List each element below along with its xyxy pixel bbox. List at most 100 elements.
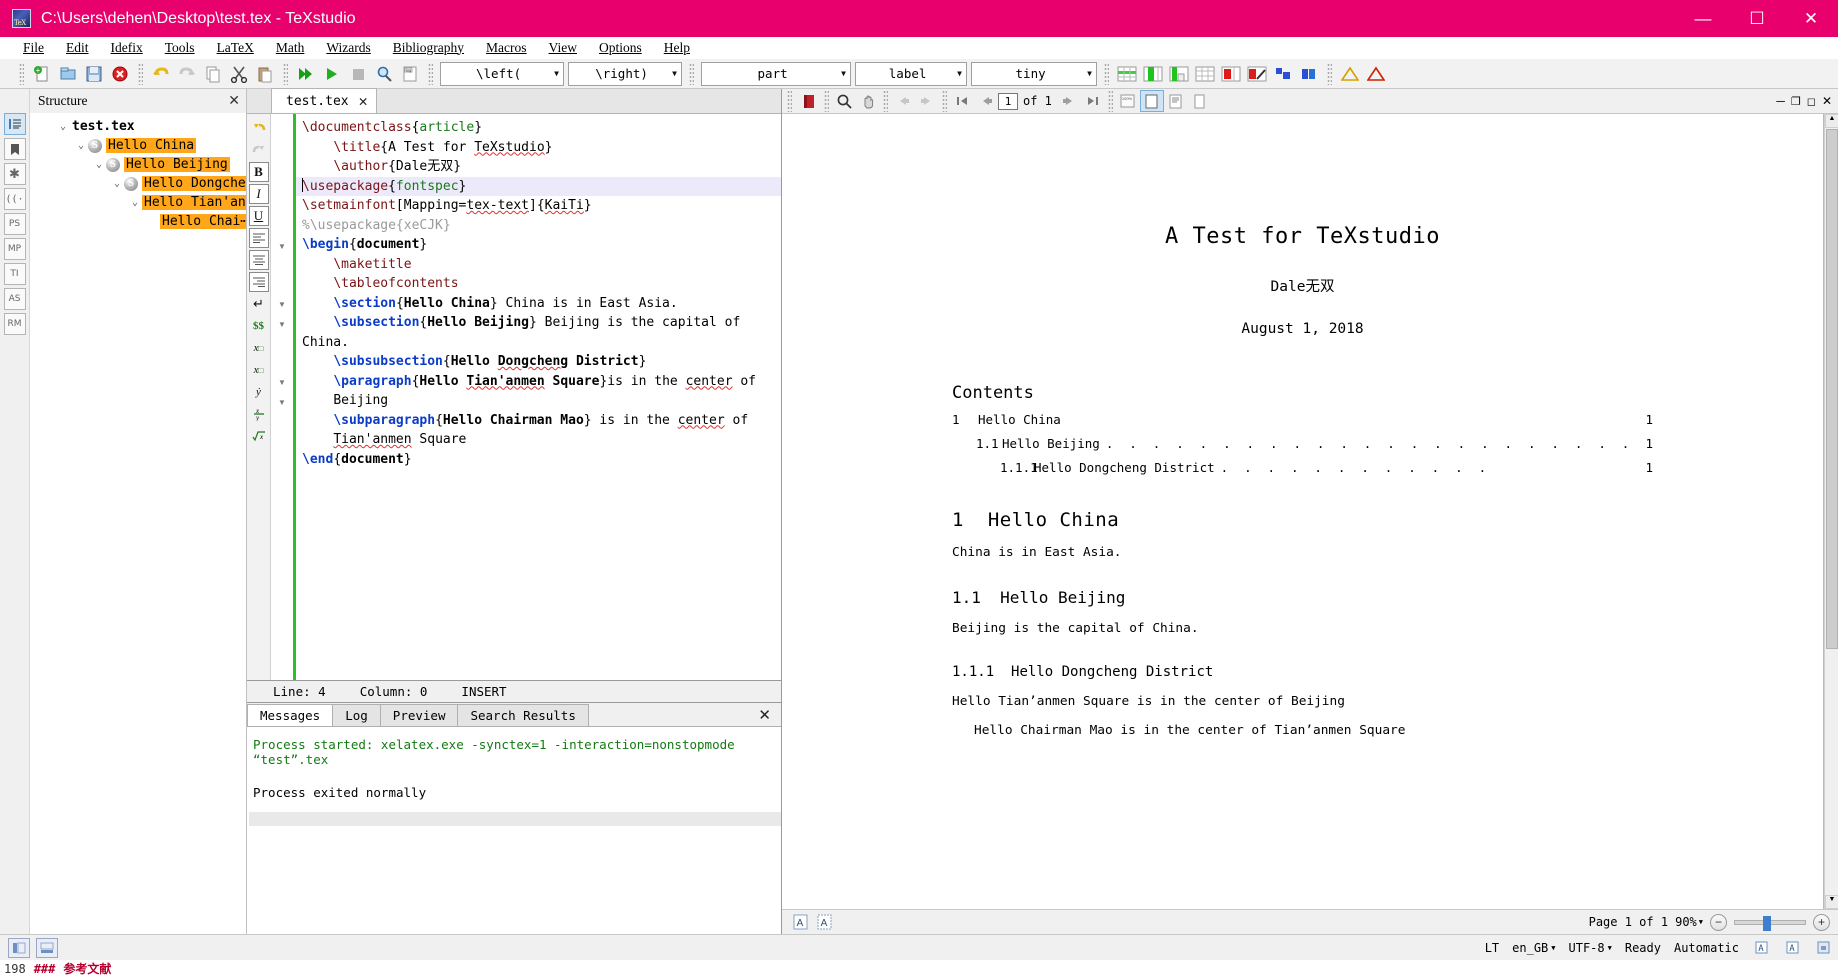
- menu-macros[interactable]: Macros: [475, 38, 538, 58]
- code-line[interactable]: \usepackage{fontspec}: [296, 176, 781, 196]
- next-page-icon[interactable]: [1057, 90, 1081, 112]
- pdf-scrollbar[interactable]: ▲ ▼: [1824, 114, 1838, 909]
- table-insert-column-icon[interactable]: [1140, 61, 1166, 86]
- chevron-down-icon[interactable]: ⌄: [110, 178, 124, 189]
- table-add-column-icon[interactable]: [1166, 61, 1192, 86]
- syntaxcheck-icon[interactable]: A: [1783, 939, 1801, 957]
- tree-item-hello-tiananmen[interactable]: ⌄ Hello Tian'an⋯: [30, 193, 246, 212]
- tab-preview[interactable]: Preview: [379, 704, 459, 726]
- superscript-button[interactable]: x □: [249, 360, 269, 380]
- menu-latex[interactable]: LaTeX: [206, 38, 265, 58]
- tree-item-hello-chairman[interactable]: Hello Chai⋯: [30, 212, 246, 231]
- select-tool-icon[interactable]: A: [812, 911, 836, 933]
- chevron-down-icon[interactable]: ⌄: [74, 140, 88, 151]
- chevron-down-icon[interactable]: ⌄: [92, 159, 106, 170]
- fit-text-width-icon[interactable]: [1164, 90, 1188, 112]
- fold-arrow-icon[interactable]: ▼: [278, 398, 286, 407]
- zoom-slider[interactable]: [1734, 915, 1806, 931]
- chevron-down-icon[interactable]: ⌄: [56, 121, 70, 132]
- warning-icon[interactable]: [1337, 61, 1363, 86]
- code-line[interactable]: \subparagraph{Hello Chairman Mao} is in …: [296, 411, 781, 431]
- table-edit-icon[interactable]: [1244, 61, 1270, 86]
- cut-icon[interactable]: [226, 61, 252, 86]
- menu-file[interactable]: File: [12, 38, 55, 58]
- tab-messages[interactable]: Messages: [247, 704, 334, 726]
- tree-item-hello-dongcheng[interactable]: ⌄ S Hello Dongche⋯: [30, 174, 246, 193]
- code-line[interactable]: \documentclass{article}: [296, 118, 781, 138]
- menu-bibliography[interactable]: Bibliography: [382, 38, 475, 58]
- last-page-icon[interactable]: [1081, 90, 1105, 112]
- session-icon[interactable]: [1814, 939, 1832, 957]
- pdf-toolbar-grip-5[interactable]: [1107, 90, 1113, 112]
- pdf-toolbar-grip[interactable]: [787, 90, 792, 112]
- code-line[interactable]: \author{Dale无双}: [296, 157, 781, 177]
- pdf-toolbar-grip-3[interactable]: [883, 90, 888, 112]
- previous-page-icon[interactable]: [974, 90, 998, 112]
- undo-small-icon[interactable]: [249, 118, 269, 138]
- align-left-button[interactable]: [248, 228, 269, 248]
- save-icon[interactable]: [81, 61, 107, 86]
- first-page-icon[interactable]: [950, 90, 974, 112]
- sectioning-dropdown[interactable]: part ▼: [701, 61, 851, 86]
- forward-icon[interactable]: [915, 90, 939, 112]
- code-line[interactable]: \end{document}: [296, 450, 781, 470]
- close-pdf-icon[interactable]: ✕: [1822, 94, 1832, 108]
- redo-icon[interactable]: [174, 61, 200, 86]
- code-editor[interactable]: \documentclass{article} \title{A Test fo…: [296, 114, 781, 680]
- menu-edit[interactable]: Edit: [55, 38, 100, 58]
- table-block-icon[interactable]: [1296, 61, 1322, 86]
- tree-item-hello-beijing[interactable]: ⌄ S Hello Beijing: [30, 155, 246, 174]
- spellcheck-icon[interactable]: A: [1752, 939, 1770, 957]
- code-line[interactable]: \maketitle: [296, 255, 781, 275]
- align-center-button[interactable]: [248, 250, 269, 270]
- open-file-icon[interactable]: [55, 61, 81, 86]
- stop-icon[interactable]: [345, 61, 371, 86]
- zoom-out-button[interactable]: −: [1710, 913, 1727, 931]
- minimize-pdf-icon[interactable]: ─: [1776, 94, 1785, 108]
- fold-arrow-icon[interactable]: ▼: [278, 300, 286, 309]
- zoom-slider-handle[interactable]: [1763, 915, 1771, 931]
- text-tool-icon[interactable]: A: [788, 911, 812, 933]
- code-line[interactable]: \section{Hello China} China is in East A…: [296, 294, 781, 314]
- pdf-toolbar-grip-4[interactable]: [942, 90, 947, 112]
- toolbar-grip-6[interactable]: [1104, 62, 1109, 85]
- error-icon[interactable]: [1363, 61, 1389, 86]
- code-line[interactable]: \tableofcontents: [296, 274, 781, 294]
- fit-zoom-icon[interactable]: 100%: [1116, 90, 1140, 112]
- table-row-icon[interactable]: [1192, 61, 1218, 86]
- code-line[interactable]: Tian'anmen Square: [296, 430, 781, 450]
- underline-button[interactable]: U: [248, 206, 269, 226]
- tree-item-root[interactable]: ⌄ test.tex: [30, 117, 246, 136]
- newline-button[interactable]: ↵: [249, 294, 269, 314]
- table-align-icon[interactable]: [1270, 61, 1296, 86]
- close-button[interactable]: ✕: [1784, 0, 1838, 37]
- paste-icon[interactable]: [252, 61, 278, 86]
- compile-icon[interactable]: [319, 61, 345, 86]
- code-line[interactable]: Beijing: [296, 391, 781, 411]
- menu-options[interactable]: Options: [588, 38, 653, 58]
- toolbar-grip-7[interactable]: [1327, 62, 1332, 85]
- pdf-document-icon[interactable]: [797, 90, 821, 112]
- menu-math[interactable]: Math: [265, 38, 316, 58]
- build-and-view-icon[interactable]: [293, 61, 319, 86]
- chevron-down-icon[interactable]: ⌄: [128, 197, 142, 208]
- close-icon[interactable]: ✕: [228, 93, 240, 110]
- zoom-in-button[interactable]: +: [1813, 913, 1830, 931]
- fold-arrow-icon[interactable]: ▼: [278, 320, 286, 329]
- close-icon[interactable]: ✕: [359, 92, 368, 110]
- maximize-pdf-icon[interactable]: ◻: [1807, 95, 1816, 108]
- italic-button[interactable]: I: [248, 184, 269, 204]
- menu-help[interactable]: Help: [653, 38, 701, 58]
- code-line[interactable]: China.: [296, 333, 781, 353]
- tikz-symbols-icon[interactable]: TI: [3, 263, 26, 285]
- menu-view[interactable]: View: [538, 38, 588, 58]
- table-icon[interactable]: [1114, 61, 1140, 86]
- editor-tab-test-tex[interactable]: test.tex ✕: [271, 88, 377, 113]
- toolbar-grip-4[interactable]: [428, 62, 433, 85]
- scroll-up-icon[interactable]: ▲: [1825, 114, 1838, 128]
- subscript-button[interactable]: x □: [249, 338, 269, 358]
- code-line[interactable]: \subsection{Hello Beijing} Beijing is th…: [296, 313, 781, 333]
- view-pdf-icon[interactable]: [371, 61, 397, 86]
- toggle-messages-icon[interactable]: [36, 937, 58, 958]
- code-line[interactable]: \title{A Test for TeXstudio}: [296, 138, 781, 158]
